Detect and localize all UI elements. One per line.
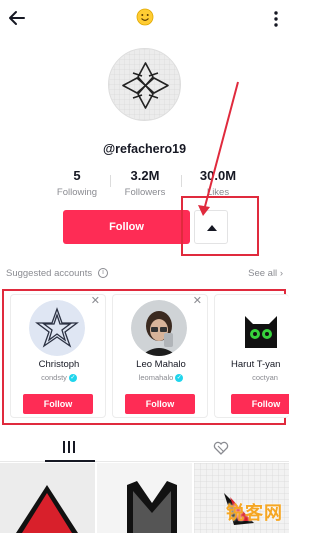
watermark-text: 锐客网 [226, 503, 283, 523]
grid-videos-icon[interactable] [62, 441, 76, 453]
stat-following-label: Following [56, 187, 98, 198]
geometric-logo-icon [109, 49, 180, 120]
profile-username: @refachero19 [102, 142, 187, 156]
suggested-follow-button[interactable]: Follow [231, 394, 289, 414]
stat-following-value: 5 [73, 168, 81, 183]
suggested-account-name: Leo Mahalo [136, 359, 186, 370]
video-thumbnail[interactable] [97, 463, 192, 533]
suggested-account-name: Harut T-yan [231, 359, 281, 370]
stat-following[interactable]: 5 Following [42, 168, 112, 198]
close-icon[interactable]: ✕ [193, 295, 202, 307]
suggested-account-handle: leomahalo ✓ [113, 373, 207, 383]
suggested-follow-button[interactable]: Follow [125, 394, 195, 414]
stat-divider [110, 175, 111, 187]
suggested-account-handle: condsty ✓ [11, 373, 105, 383]
suggested-account-card[interactable]: Harut T-yan coctyan Follow [214, 294, 289, 418]
close-icon[interactable]: ✕ [91, 295, 100, 307]
liked-videos-icon[interactable] [213, 441, 229, 455]
suggested-follow-button[interactable]: Follow [23, 394, 93, 414]
stat-likes: 30.0M Likes [183, 168, 253, 198]
video-thumbnail[interactable] [0, 463, 95, 533]
suggested-avatar [131, 300, 187, 356]
follow-button[interactable]: Follow [63, 210, 190, 244]
more-vertical-icon[interactable] [271, 9, 281, 29]
content-tabs [0, 432, 289, 462]
smiley-emoji-icon[interactable] [136, 8, 154, 26]
verified-badge-icon: ✓ [175, 374, 184, 383]
star-logo-icon [29, 300, 85, 356]
suggested-accounts-header: Suggested accounts i See all › [6, 267, 283, 281]
stat-followers[interactable]: 3.2M Followers [110, 168, 180, 198]
stat-divider [181, 175, 182, 187]
see-all-link[interactable]: See all › [248, 268, 283, 279]
stat-likes-value: 30.0M [199, 168, 237, 183]
profile-avatar[interactable] [108, 48, 181, 121]
arrow-left-icon[interactable] [6, 7, 28, 29]
verified-badge-icon: ✓ [68, 374, 77, 383]
suggested-account-card[interactable]: ✕ Leo Mahalo leomahalo ✓ Follow [112, 294, 208, 418]
see-all-label: See all [248, 268, 278, 279]
video-grid: 锐客网 [0, 463, 289, 533]
person-photo-icon [131, 300, 187, 356]
suggested-accounts-title: Suggested accounts [6, 268, 93, 279]
red-triangle-thumbnail-icon [0, 463, 95, 533]
top-bar [0, 0, 289, 36]
suggested-account-card[interactable]: ✕ Christoph condsty ✓ Follow [10, 294, 106, 418]
handle-text: leomahalo [138, 373, 174, 382]
cat-icon [233, 300, 289, 356]
stat-followers-value: 3.2M [130, 168, 160, 183]
suggested-avatar [233, 300, 289, 356]
suggested-account-handle: coctyan [252, 373, 278, 382]
suggested-account-name: Christoph [38, 359, 80, 370]
annotation-highlight-box [181, 196, 259, 256]
stat-followers-label: Followers [124, 187, 166, 198]
active-tab-indicator [45, 460, 95, 462]
info-icon[interactable]: i [98, 268, 108, 278]
3d-letter-thumbnail-icon [97, 463, 192, 533]
suggested-avatar [29, 300, 85, 356]
handle-text: condsty [41, 373, 67, 382]
